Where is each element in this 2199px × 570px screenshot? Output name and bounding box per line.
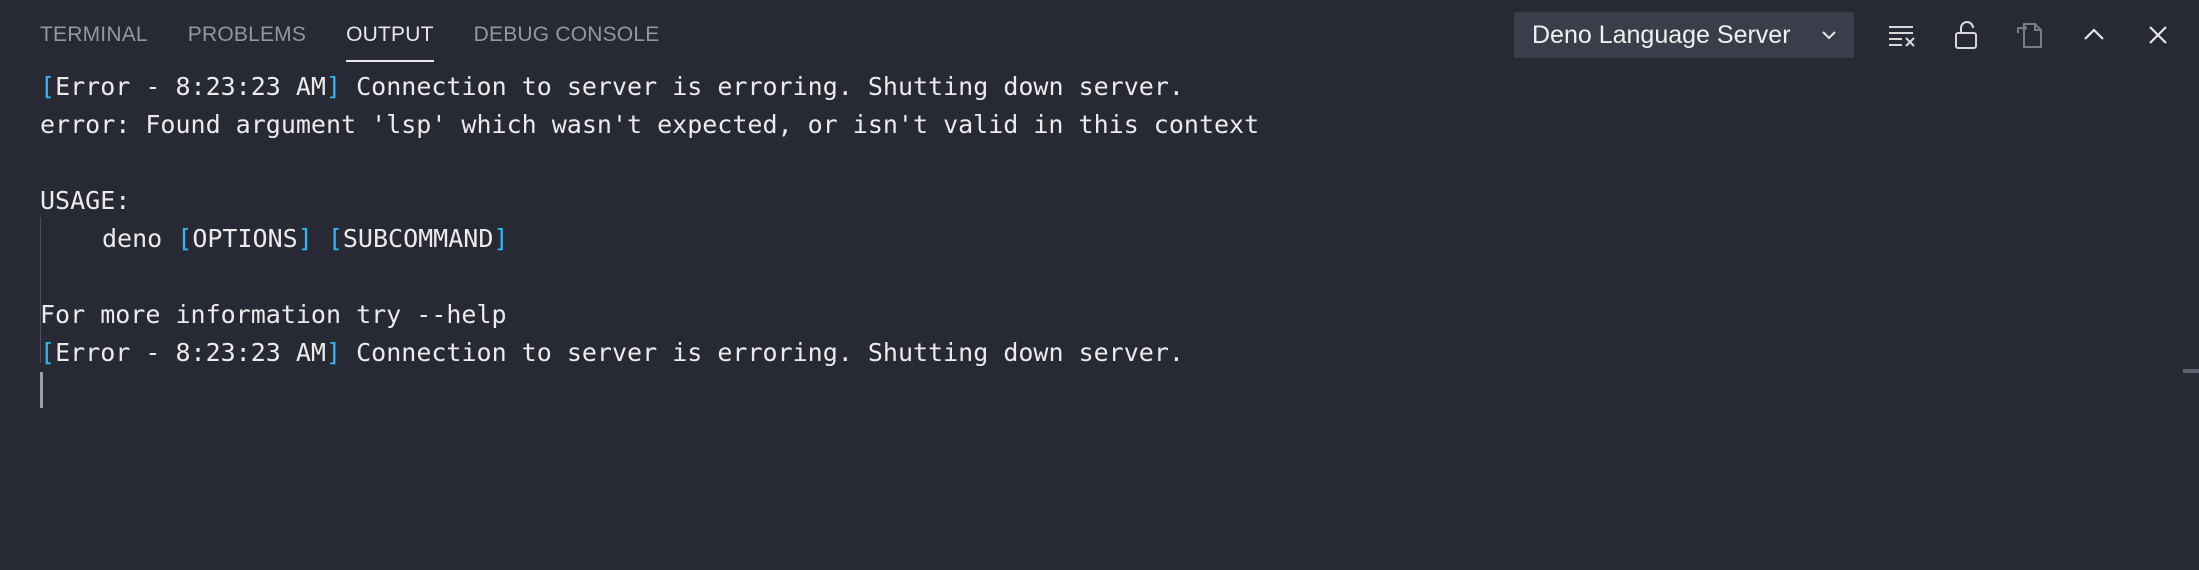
lock-icon[interactable] bbox=[1948, 17, 1984, 53]
separator bbox=[313, 224, 328, 253]
bracket-open: [ bbox=[327, 224, 343, 253]
open-in-editor-icon[interactable] bbox=[2012, 17, 2048, 53]
output-line: For more information try --help bbox=[40, 300, 507, 329]
error-tag: Error - 8:23:23 AM bbox=[55, 72, 326, 101]
bracket-close: ] bbox=[326, 338, 342, 367]
output-line: USAGE: bbox=[40, 186, 131, 215]
output-channel-label: Deno Language Server bbox=[1532, 20, 1791, 49]
chevron-down-icon bbox=[1822, 31, 1836, 40]
error-message: Connection to server is erroring. Shutti… bbox=[341, 338, 1184, 367]
panel-tabs: TERMINAL PROBLEMS OUTPUT DEBUG CONSOLE bbox=[40, 0, 699, 72]
output-line: [Error - 8:23:23 AM] Connection to serve… bbox=[40, 334, 2179, 372]
output-content[interactable]: [Error - 8:23:23 AM] Connection to serve… bbox=[40, 68, 2179, 408]
error-tag: Error - 8:23:23 AM bbox=[55, 338, 326, 367]
usage-subcommand: SUBCOMMAND bbox=[342, 224, 494, 253]
output-blank-line bbox=[40, 258, 2179, 296]
usage-command: deno bbox=[102, 224, 178, 253]
output-line: [Error - 8:23:23 AM] Connection to serve… bbox=[40, 68, 2179, 106]
usage-options: OPTIONS bbox=[192, 224, 298, 253]
tab-terminal[interactable]: TERMINAL bbox=[40, 0, 148, 47]
bracket-open: [ bbox=[177, 224, 193, 253]
bracket-open: [ bbox=[40, 72, 56, 101]
output-channel-select[interactable]: Deno Language Server bbox=[1514, 12, 1854, 58]
output-line: deno [OPTIONS] [SUBCOMMAND] bbox=[40, 220, 2179, 258]
error-message: Connection to server is erroring. Shutti… bbox=[341, 72, 1184, 101]
bracket-close: ] bbox=[326, 72, 342, 101]
text-cursor bbox=[40, 372, 43, 408]
output-line: error: Found argument 'lsp' which wasn't… bbox=[40, 110, 1260, 139]
clear-output-icon[interactable] bbox=[1884, 17, 1920, 53]
bracket-open: [ bbox=[40, 338, 56, 367]
indent-guide bbox=[40, 217, 41, 363]
tab-debug-console[interactable]: DEBUG CONSOLE bbox=[474, 0, 660, 47]
bracket-close: ] bbox=[297, 224, 313, 253]
scrollbar-marker[interactable] bbox=[2183, 369, 2199, 373]
tab-problems[interactable]: PROBLEMS bbox=[188, 0, 306, 47]
output-blank-line bbox=[40, 144, 2179, 182]
bracket-close: ] bbox=[493, 224, 509, 253]
tab-output[interactable]: OUTPUT bbox=[346, 0, 434, 62]
maximize-panel-icon[interactable] bbox=[2076, 17, 2112, 53]
close-panel-icon[interactable] bbox=[2140, 17, 2176, 53]
